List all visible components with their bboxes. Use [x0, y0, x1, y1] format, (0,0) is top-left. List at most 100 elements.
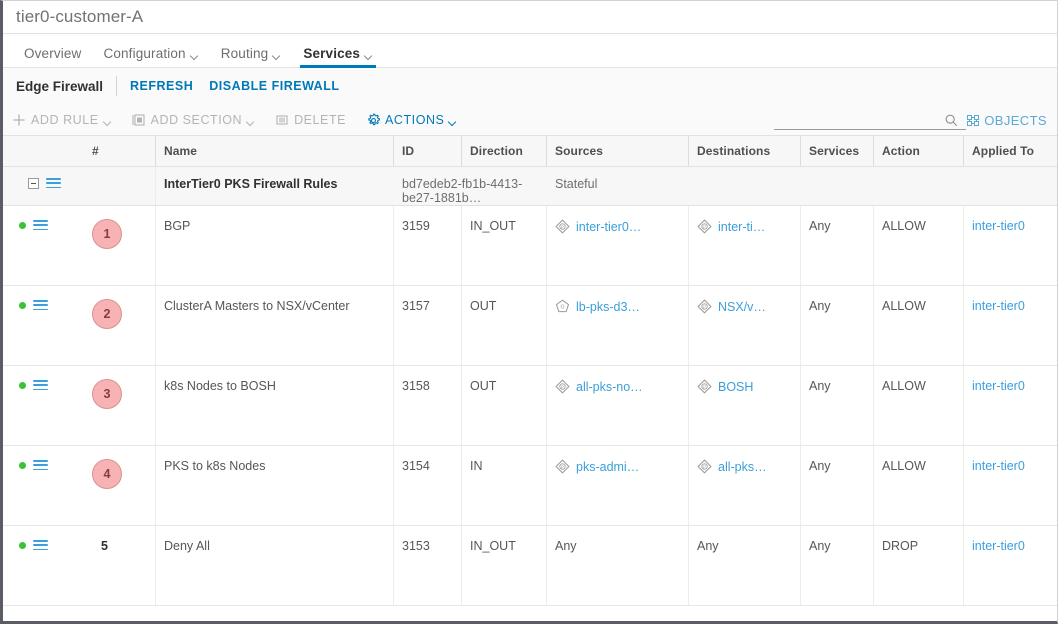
status-indicator-icon: [19, 542, 26, 549]
destination-label: inter-ti…: [718, 219, 766, 234]
drag-handle-icon[interactable]: [46, 178, 61, 189]
table-header-row: # Name ID Direction Sources Destinations…: [3, 135, 1057, 167]
svg-text:G: G: [560, 305, 564, 311]
drag-handle-icon[interactable]: [33, 460, 48, 471]
actions-label: ACTIONS: [385, 112, 445, 127]
edge-firewall-header: Edge Firewall REFRESH DISABLE FIREWALL: [3, 68, 1057, 104]
rule-sources[interactable]: G lb-pks-d3…: [546, 285, 688, 366]
delete-label: DELETE: [294, 112, 347, 127]
tab-configuration[interactable]: Configuration: [92, 46, 209, 67]
chevron-down-icon: [104, 119, 112, 127]
collapse-section-icon[interactable]: [28, 178, 39, 189]
applied-to-link[interactable]: inter-tier0: [972, 379, 1025, 393]
table-row[interactable]: 1 BGP 3159 IN_OUT P inter-tier0… P inter…: [3, 205, 1057, 286]
gear-icon: [366, 113, 380, 127]
refresh-button[interactable]: REFRESH: [130, 79, 193, 93]
source-ref[interactable]: P all-pks-no…: [555, 379, 688, 394]
ipset-icon: P: [697, 379, 712, 394]
source-ref[interactable]: P inter-tier0…: [555, 219, 688, 234]
rule-applied-to[interactable]: inter-tier0: [963, 525, 1057, 606]
rule-destinations[interactable]: P BOSH: [688, 365, 800, 446]
applied-to-link[interactable]: inter-tier0: [972, 459, 1025, 473]
source-label: all-pks-no…: [576, 379, 643, 394]
search-input[interactable]: [774, 111, 967, 130]
edge-firewall-title: Edge Firewall: [16, 78, 104, 94]
tab-services[interactable]: Services: [292, 46, 384, 68]
source-ref[interactable]: P pks-admi…: [555, 459, 688, 474]
rule-number-badge: 1: [92, 219, 122, 249]
table-row[interactable]: 3 k8s Nodes to BOSH 3158 OUT P all-pks-n…: [3, 365, 1057, 446]
chevron-down-icon: [247, 119, 255, 127]
tab-routing[interactable]: Routing: [210, 46, 293, 67]
rule-sources[interactable]: P all-pks-no…: [546, 365, 688, 446]
col-header-id: ID: [393, 135, 461, 167]
rule-direction: IN_OUT: [461, 525, 546, 606]
rules-toolbar: ADD RULE ADD SECTION DELETE ACTIONS OBJE…: [3, 104, 1057, 135]
svg-text:P: P: [703, 224, 706, 229]
section-id: bd7edeb2-fb1b-4413-be27-1881b…: [393, 166, 546, 206]
rule-applied-to[interactable]: inter-tier0: [963, 445, 1057, 526]
section-statefulness: Stateful: [546, 166, 688, 206]
rule-destinations[interactable]: P all-pks…: [688, 445, 800, 526]
ipset-icon: P: [555, 459, 570, 474]
ipset-icon: P: [697, 219, 712, 234]
rule-name: BGP: [155, 205, 393, 286]
svg-text:P: P: [561, 464, 564, 469]
source-label: lb-pks-d3…: [576, 299, 640, 314]
rule-applied-to[interactable]: inter-tier0: [963, 365, 1057, 446]
rule-name: Deny All: [155, 525, 393, 606]
destination-ref[interactable]: P NSX/v…: [697, 299, 800, 314]
destination-label: all-pks…: [718, 459, 767, 474]
add-rule-button[interactable]: ADD RULE: [12, 113, 112, 127]
rule-direction: OUT: [461, 285, 546, 366]
drag-handle-icon[interactable]: [33, 220, 48, 231]
rule-direction: IN_OUT: [461, 205, 546, 286]
rule-applied-to[interactable]: inter-tier0: [963, 285, 1057, 366]
rule-number-cell: 4: [83, 445, 155, 526]
table-row[interactable]: 5 Deny All 3153 IN_OUT Any Any Any DROP …: [3, 525, 1057, 606]
rule-id: 3158: [393, 365, 461, 446]
destination-label: Any: [697, 539, 719, 553]
ipset-icon: P: [697, 299, 712, 314]
destination-ref[interactable]: P BOSH: [697, 379, 800, 394]
rule-number-cell: 2: [83, 285, 155, 366]
disable-firewall-button[interactable]: DISABLE FIREWALL: [209, 79, 339, 93]
drag-handle-icon[interactable]: [33, 300, 48, 311]
delete-icon: [275, 113, 289, 127]
table-row[interactable]: 4 PKS to k8s Nodes 3154 IN P pks-admi… P…: [3, 445, 1057, 526]
drag-handle-icon[interactable]: [33, 380, 48, 391]
destination-label: NSX/v…: [718, 299, 766, 314]
rule-sources[interactable]: P pks-admi…: [546, 445, 688, 526]
rule-destinations[interactable]: P inter-ti…: [688, 205, 800, 286]
destination-ref[interactable]: P all-pks…: [697, 459, 800, 474]
actions-button[interactable]: ACTIONS: [366, 113, 457, 127]
table-row[interactable]: 2 ClusterA Masters to NSX/vCenter 3157 O…: [3, 285, 1057, 366]
rule-applied-to[interactable]: inter-tier0: [963, 205, 1057, 286]
source-label: Any: [555, 539, 577, 553]
applied-to-link[interactable]: inter-tier0: [972, 299, 1025, 313]
section-spacer-2: [800, 166, 873, 206]
rule-action: ALLOW: [873, 285, 963, 366]
search-icon[interactable]: [944, 113, 959, 128]
section-header-row[interactable]: InterTier0 PKS Firewall Rules bd7edeb2-f…: [3, 166, 1057, 206]
tab-overview[interactable]: Overview: [13, 46, 92, 67]
destination-ref[interactable]: P inter-ti…: [697, 219, 800, 234]
destination-ref: Any: [697, 539, 800, 553]
plus-icon: [12, 113, 26, 127]
drag-handle-icon[interactable]: [33, 540, 48, 551]
rule-number-cell: 5: [83, 525, 155, 606]
objects-button[interactable]: OBJECTS: [967, 113, 1047, 128]
rule-id: 3159: [393, 205, 461, 286]
rule-name: ClusterA Masters to NSX/vCenter: [155, 285, 393, 366]
applied-to-link[interactable]: inter-tier0: [972, 219, 1025, 233]
add-section-button[interactable]: ADD SECTION: [132, 113, 255, 127]
rule-id: 3157: [393, 285, 461, 366]
firewall-rules-table-container: # Name ID Direction Sources Destinations…: [3, 135, 1057, 621]
rule-sources[interactable]: P inter-tier0…: [546, 205, 688, 286]
firewall-rules-table: # Name ID Direction Sources Destinations…: [3, 135, 1057, 606]
delete-button[interactable]: DELETE: [275, 113, 346, 127]
source-ref[interactable]: G lb-pks-d3…: [555, 299, 688, 314]
applied-to-link[interactable]: inter-tier0: [972, 539, 1025, 553]
rule-destinations[interactable]: P NSX/v…: [688, 285, 800, 366]
tab-configuration-label: Configuration: [103, 46, 186, 61]
